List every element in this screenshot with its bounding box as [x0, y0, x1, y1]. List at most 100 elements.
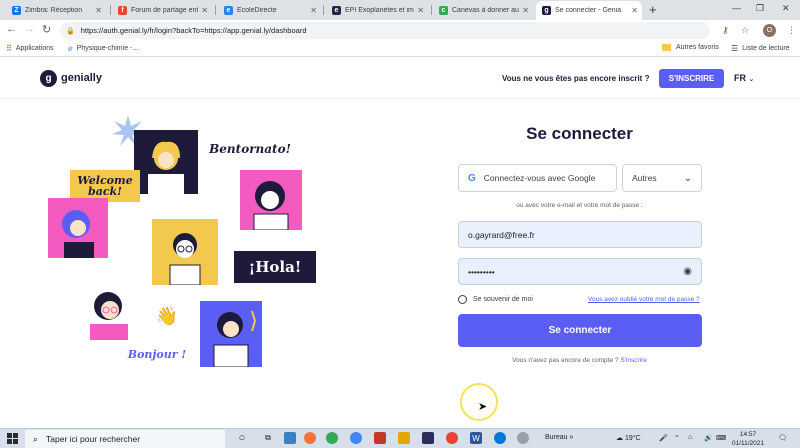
avatar-tile-glasses-man	[152, 219, 218, 285]
genially-logo-icon[interactable]: g	[40, 70, 57, 87]
remember-me-option[interactable]: Se souvenir de moi	[458, 295, 533, 304]
edge-icon[interactable]	[494, 432, 506, 444]
tab-title: EcoleDirecte	[237, 7, 277, 14]
menu-dots-icon[interactable]: ⋮	[787, 25, 796, 36]
close-icon[interactable]: ✕	[522, 6, 529, 15]
chevron-down-icon: ⌄	[748, 76, 755, 83]
tab-separator	[215, 5, 216, 15]
show-password-eye-icon[interactable]: ◉	[683, 266, 692, 277]
close-icon[interactable]: ✕	[631, 6, 638, 15]
browser-tab-bar: Z Zimbra: Réception ✕ f Forum de partage…	[0, 0, 800, 20]
task-view-icon[interactable]: ⧉	[262, 432, 274, 444]
bubble-bentornato: Bentornato!	[209, 142, 291, 156]
mouse-pointer-icon: ➤	[478, 401, 488, 413]
profile-avatar[interactable]: O	[763, 24, 776, 37]
reload-icon[interactable]: ↻	[42, 23, 51, 36]
notifications-icon[interactable]: 🗨	[778, 434, 787, 442]
tab-title: Zimbra: Réception	[25, 7, 83, 14]
system-tray-chevron-icon[interactable]: ⌃	[674, 434, 680, 442]
genially-logo-text[interactable]: genially	[61, 72, 102, 84]
welcome-illustration: Bentornato! Welcome back! ¡Hola! 👋 Bonjo…	[40, 115, 340, 375]
remember-me-label: Se souvenir de moi	[473, 296, 533, 303]
url-text: https://auth.genial.ly/fr/login?backTo=h…	[80, 26, 307, 35]
firefox-icon[interactable]	[304, 432, 316, 444]
app-icon[interactable]	[446, 432, 458, 444]
app-icon[interactable]	[374, 432, 386, 444]
file-explorer-icon[interactable]	[284, 432, 296, 444]
back-arrow-icon[interactable]: ←	[6, 23, 17, 35]
key-icon[interactable]: ⚷	[722, 25, 729, 36]
password-field[interactable]: ••••••••• ◉	[458, 258, 702, 285]
folder-icon	[662, 44, 671, 51]
tab-epi-exoplanetes[interactable]: e EPI Exoplanètes et im ✕	[326, 1, 428, 20]
chrome-icon[interactable]	[350, 432, 362, 444]
app-icon[interactable]	[422, 432, 434, 444]
signup-button[interactable]: S'INSCRIRE	[659, 69, 724, 88]
email-field[interactable]: o.gayrard@free.fr	[458, 221, 702, 248]
forgot-password-link[interactable]: Vous avez oublié votre mot de passe ?	[588, 296, 700, 303]
folder-icon[interactable]	[398, 432, 410, 444]
windows-taskbar: ⌕ Taper ici pour rechercher ○ ⧉ W Bureau…	[0, 428, 800, 448]
taskbar-search-input[interactable]: ⌕ Taper ici pour rechercher	[25, 430, 225, 448]
tab-forum[interactable]: f Forum de partage ent ✕	[112, 1, 212, 20]
avatar-tile-blue-hair	[48, 198, 108, 258]
app-icon[interactable]	[326, 432, 338, 444]
clock[interactable]: 14:57 01/11/2021	[728, 430, 768, 448]
word-icon[interactable]: W	[470, 432, 482, 444]
weather-indicator[interactable]: ☁ 19°C	[616, 434, 641, 442]
bureau-label: Bureau	[545, 434, 568, 441]
signup-prompt: Vous ne vous êtes pas encore inscrit ?	[502, 74, 650, 83]
keyboard-icon[interactable]: ⌨	[716, 434, 726, 442]
chevron-down-icon: ⌄	[683, 172, 692, 184]
bookmark-physique-chimie[interactable]: ℯ Physique-chimie -...	[68, 44, 138, 53]
clock-time: 14:57	[739, 431, 757, 438]
address-bar[interactable]: 🔒 https://auth.genial.ly/fr/login?backTo…	[60, 22, 710, 39]
tab-zimbra[interactable]: Z Zimbra: Réception ✕	[6, 1, 106, 20]
tab-canevas[interactable]: c Canevas à donner aux ✕	[433, 1, 533, 20]
bureau-toolbar[interactable]: Bureau »	[545, 434, 573, 441]
clock-date: 01/11/2021	[731, 440, 765, 447]
restore-icon[interactable]: ❐	[756, 3, 764, 14]
tab-ecoledirecte[interactable]: e EcoleDirecte ✕	[218, 1, 321, 20]
forward-arrow-icon[interactable]: →	[24, 23, 35, 35]
google-login-button[interactable]: G Connectez-vous avec Google	[458, 164, 617, 192]
bookmark-label: Autres favoris	[676, 44, 719, 51]
bookmarks-bar: ⠿ Applications ℯ Physique-chimie -... Au…	[0, 42, 800, 57]
other-providers-label: Autres	[632, 173, 657, 183]
bookmark-applications[interactable]: ⠿ Applications	[6, 44, 54, 53]
avatar-tile-dark-hair	[240, 170, 302, 230]
tab-genially-login[interactable]: g Se connecter - Genia ✕	[536, 1, 642, 20]
no-account-prompt: Vous n'avez pas encore de compte ? S'ins…	[458, 357, 701, 364]
windows-start-icon[interactable]	[7, 433, 18, 444]
bookmark-star-icon[interactable]: ☆	[741, 25, 749, 36]
browser-toolbar: ← → ↻ 🔒 https://auth.genial.ly/fr/login?…	[0, 20, 800, 42]
page-title: Se connecter	[526, 124, 633, 143]
avatar-tile-blonde	[134, 130, 198, 194]
volume-icon[interactable]: 🔊	[704, 434, 713, 442]
lock-icon: 🔒	[66, 27, 75, 35]
reading-list[interactable]: ☰ Liste de lecture	[731, 44, 790, 53]
bookmark-other-favorites[interactable]: Autres favoris	[662, 44, 719, 51]
avatar-tile-glasses-woman	[78, 278, 140, 340]
close-icon[interactable]: ✕	[201, 6, 208, 15]
close-icon[interactable]: ✕	[95, 6, 102, 15]
network-icon[interactable]: ⌂	[688, 434, 692, 441]
epi-favicon-icon: e	[332, 6, 341, 15]
login-submit-button[interactable]: Se connecter	[458, 314, 702, 347]
new-tab-button[interactable]: +	[649, 2, 657, 17]
window-close-icon[interactable]: ✕	[782, 3, 790, 14]
language-selector[interactable]: FR ⌄	[734, 73, 754, 83]
microphone-icon[interactable]: 🎤	[659, 434, 668, 442]
minimize-icon[interactable]: —	[732, 3, 741, 13]
ecoledirecte-favicon-icon: e	[224, 6, 233, 15]
other-providers-dropdown[interactable]: Autres ⌄	[622, 164, 702, 192]
tab-title: EPI Exoplanètes et im	[345, 7, 414, 14]
taskbar-search-placeholder: Taper ici pour rechercher	[46, 434, 141, 444]
cortana-icon[interactable]: ○	[236, 432, 248, 444]
signup-link[interactable]: S'inscrire	[620, 357, 647, 364]
close-icon[interactable]: ✕	[417, 6, 424, 15]
remember-me-radio[interactable]	[458, 295, 467, 304]
ecoledirecte-favicon-icon: ℯ	[68, 44, 73, 53]
close-icon[interactable]: ✕	[310, 6, 317, 15]
app-icon[interactable]	[517, 432, 529, 444]
